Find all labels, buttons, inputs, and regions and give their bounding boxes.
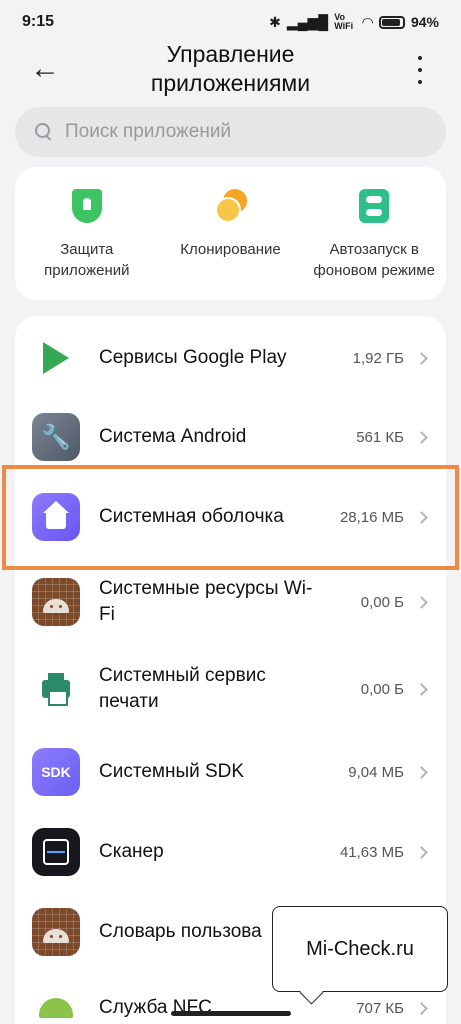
- app-name: Система Android: [99, 426, 247, 447]
- sdk-icon: SDK: [32, 748, 80, 796]
- app-name: Системные ресурсы Wi-Fi: [99, 578, 313, 625]
- page-title: Управление приложениями: [150, 41, 311, 96]
- battery-icon: [378, 15, 405, 29]
- quick-action-label: Автозапуск в фоновом режиме: [313, 241, 435, 279]
- android-icon: [32, 908, 80, 956]
- quick-actions-card: Защита приложений Клонирование Автозапус…: [15, 167, 446, 300]
- app-name: Сервисы Google Play: [99, 347, 287, 368]
- android-icon: [32, 578, 80, 626]
- google-play-icon: [32, 334, 80, 382]
- app-name: Системный сервис печати: [99, 665, 266, 712]
- app-name: Системный SDK: [99, 761, 245, 782]
- app-size: 707 КБ: [356, 999, 404, 1017]
- chevron-right-icon: [415, 351, 428, 365]
- signal-icon: ▂▄▆█: [286, 13, 329, 30]
- chevron-right-icon: [415, 845, 428, 859]
- app-row-system-sdk[interactable]: SDK Системный SDK 9,04 МБ: [15, 732, 446, 812]
- app-row-scanner[interactable]: Сканер 41,63 МБ: [15, 812, 446, 892]
- app-name: Сканер: [99, 841, 164, 862]
- more-options-icon[interactable]: [415, 56, 425, 84]
- app-size: 9,04 МБ: [348, 763, 404, 781]
- chevron-right-icon: [415, 765, 428, 779]
- back-arrow-icon[interactable]: ←: [30, 54, 64, 88]
- search-icon: [35, 123, 53, 141]
- quick-action-app-protection[interactable]: Защита приложений: [15, 167, 159, 300]
- wifi-icon: ◠: [362, 13, 373, 30]
- search-input[interactable]: [65, 121, 365, 143]
- autostart-icon: [356, 189, 392, 225]
- app-size: 41,63 МБ: [339, 843, 404, 861]
- status-icons: ✱ ▂▄▆█ Vo WiFi ◠ 94%: [269, 13, 439, 31]
- app-name: Служба NFC: [99, 997, 212, 1018]
- printer-icon: [32, 665, 80, 713]
- search-bar[interactable]: [15, 107, 446, 157]
- app-row-wifi-resources[interactable]: Системные ресурсы Wi-Fi 0,00 Б: [15, 562, 446, 642]
- battery-percent: 94%: [410, 14, 439, 30]
- wrench-icon: 🔧: [32, 413, 80, 461]
- quick-action-cloning[interactable]: Клонирование: [159, 167, 303, 300]
- clone-icon: [213, 189, 249, 225]
- quick-action-label: Защита приложений: [44, 241, 130, 279]
- app-size: 1,92 ГБ: [352, 349, 404, 367]
- vowifi-label: Vo WiFi: [334, 12, 354, 31]
- shield-lock-icon: [69, 189, 105, 225]
- quick-action-autostart[interactable]: Автозапуск в фоновом режиме: [302, 167, 446, 300]
- header: ← Управление приложениями: [0, 38, 461, 104]
- app-size: 0,00 Б: [360, 680, 404, 698]
- app-row-print-service[interactable]: Системный сервис печати 0,00 Б: [15, 649, 446, 729]
- android-nfc-icon: [32, 984, 80, 1024]
- app-row-google-play[interactable]: Сервисы Google Play 1,92 ГБ: [15, 318, 446, 398]
- watermark-callout: Mi-Check.ru: [272, 906, 448, 992]
- scanner-icon: [32, 828, 80, 876]
- highlight-frame: [2, 465, 459, 570]
- watermark-text: Mi-Check.ru: [306, 937, 414, 960]
- chevron-right-icon: [415, 682, 428, 696]
- chevron-right-icon: [415, 595, 428, 609]
- chevron-right-icon: [415, 1001, 428, 1015]
- quick-action-label: Клонирование: [180, 241, 281, 258]
- bluetooth-icon: ✱: [269, 13, 281, 30]
- home-indicator[interactable]: [170, 1011, 291, 1016]
- chevron-right-icon: [415, 430, 428, 444]
- app-size: 0,00 Б: [360, 593, 404, 611]
- app-size: 561 КБ: [356, 428, 404, 446]
- status-time: 9:15: [22, 13, 55, 30]
